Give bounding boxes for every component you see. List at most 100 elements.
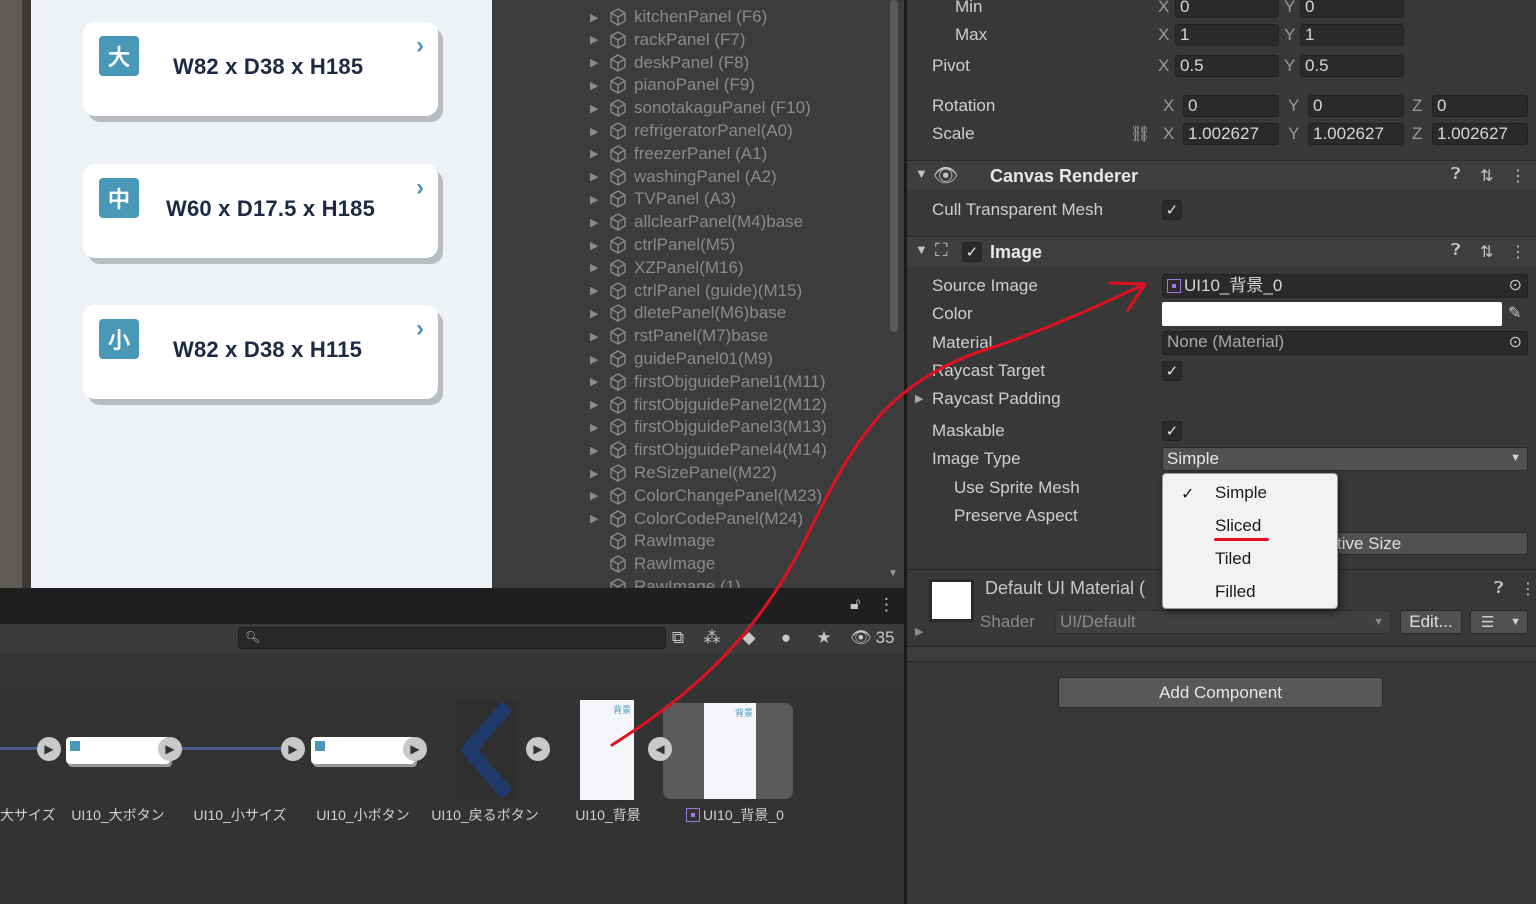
size-card-medium[interactable]: 中 W60 x D17.5 x H185 ›	[83, 164, 438, 258]
hierarchy-item[interactable]: ▶ freezerPanel (A1)	[548, 143, 767, 165]
foldout-arrow-icon[interactable]: ▼	[915, 166, 928, 181]
hierarchy-item[interactable]: ▶ ctrlPanel(M5)	[548, 234, 735, 256]
hierarchy-item[interactable]: ▶ ReSizePanel(M22)	[548, 462, 777, 484]
search-by-type-icon[interactable]: ⧉	[666, 626, 690, 650]
expand-sprite-button[interactable]: ▶	[158, 737, 182, 761]
hierarchy-item[interactable]: ▶ deskPanel (F8)	[548, 52, 749, 74]
hierarchy-item[interactable]: ▶ guidePanel01(M9)	[548, 348, 773, 370]
foldout-arrow-icon[interactable]: ▶	[590, 79, 604, 92]
maskable-checkbox[interactable]: ✓	[1162, 421, 1182, 441]
material-field[interactable]: None (Material) ⊙	[1162, 331, 1528, 355]
asset-label[interactable]: UI10_小ボタン	[303, 805, 423, 825]
foldout-arrow-icon[interactable]: ▶	[590, 193, 604, 206]
source-image-field[interactable]: UI10_背景_0 ⊙	[1162, 274, 1528, 298]
anchor-max-y-field[interactable]: 1	[1300, 24, 1404, 46]
rotation-z-field[interactable]: 0	[1432, 95, 1528, 117]
asset-thumb-small-button[interactable]	[311, 737, 415, 764]
asset-thumb-large-button[interactable]	[66, 737, 170, 764]
menu-item-sliced[interactable]: Sliced	[1215, 516, 1261, 536]
hierarchy-item[interactable]: ▶ firstObjguidePanel1(M11)	[548, 371, 826, 393]
foldout-arrow-icon[interactable]: ▶	[915, 392, 923, 405]
asset-label[interactable]: UI10_背景	[548, 805, 668, 825]
asset-label[interactable]: UI10_大ボタン	[58, 805, 178, 825]
expand-sprite-button[interactable]: ▶	[403, 737, 427, 761]
expand-sprite-button[interactable]: ▶	[281, 737, 305, 761]
raycast-padding-label[interactable]: Raycast Padding	[932, 389, 1061, 409]
foldout-arrow-icon[interactable]: ▶	[590, 216, 604, 229]
more-options-icon[interactable]: ⋮	[1520, 579, 1536, 599]
more-options-icon[interactable]: ⋮	[878, 595, 895, 615]
anchor-max-x-field[interactable]: 1	[1175, 24, 1279, 46]
size-card-large[interactable]: 大 W82 x D38 x H185 ›	[83, 22, 438, 116]
presets-icon[interactable]: ⇅	[1480, 166, 1493, 186]
add-component-button[interactable]: Add Component	[1058, 677, 1383, 708]
asset-label[interactable]: 大サイズ	[0, 805, 56, 825]
hierarchy-item[interactable]: ▶ ColorChangePanel(M23)	[548, 485, 822, 507]
hierarchy-item[interactable]: ▶RawImage	[548, 553, 715, 575]
eyedropper-icon[interactable]: ✎	[1508, 303, 1521, 323]
foldout-arrow-icon[interactable]: ▶	[590, 375, 604, 388]
scale-x-field[interactable]: 1.002627	[1183, 123, 1279, 145]
filter-type-icon[interactable]: ⁂	[700, 626, 724, 650]
hierarchy-item[interactable]: ▶ firstObjguidePanel2(M12)	[548, 394, 827, 416]
help-icon[interactable]: ❓︎	[1451, 166, 1461, 184]
raycast-target-checkbox[interactable]: ✓	[1162, 361, 1182, 381]
warning-filter-icon[interactable]: ●	[774, 626, 798, 650]
image-type-dropdown[interactable]: Simple ▼	[1162, 447, 1528, 471]
foldout-arrow-icon[interactable]: ▶	[590, 125, 604, 138]
foldout-arrow-icon[interactable]: ▶	[590, 307, 604, 320]
foldout-arrow-icon[interactable]: ▶	[590, 147, 604, 160]
help-icon[interactable]: ❓︎	[1451, 242, 1461, 260]
foldout-arrow-icon[interactable]: ▶	[590, 421, 604, 434]
hierarchy-item[interactable]: ▶ washingPanel (A2)	[548, 166, 777, 188]
foldout-arrow-icon[interactable]: ▶	[590, 170, 604, 183]
anchor-min-y-field[interactable]: 0	[1300, 0, 1404, 18]
shader-options-dropdown[interactable]: ☰ ▼	[1470, 610, 1528, 634]
asset-thumb-background[interactable]: 背景	[580, 700, 634, 800]
foldout-arrow-icon[interactable]: ▶	[590, 330, 604, 343]
hierarchy-item[interactable]: ▶ ctrlPanel (guide)(M15)	[548, 280, 802, 302]
hierarchy-item[interactable]: ▶ firstObjguidePanel4(M14)	[548, 439, 827, 461]
anchor-min-x-field[interactable]: 0	[1175, 0, 1279, 18]
image-enabled-checkbox[interactable]: ✓	[962, 242, 982, 262]
menu-item-filled[interactable]: Filled	[1215, 582, 1256, 602]
foldout-arrow-icon[interactable]: ▶	[590, 512, 604, 525]
object-picker-icon[interactable]: ⊙	[1509, 333, 1522, 353]
menu-item-tiled[interactable]: Tiled	[1215, 549, 1251, 569]
label-filter-icon[interactable]: ◆	[737, 626, 761, 650]
hierarchy-item[interactable]: ▶ rstPanel(M7)base	[548, 325, 768, 347]
edit-shader-button[interactable]: Edit...	[1400, 610, 1462, 634]
collapse-sprite-button[interactable]: ◀	[648, 737, 672, 761]
game-view[interactable]: 大 W82 x D38 x H185 › 中 W60 x D17.5 x H18…	[31, 0, 492, 588]
hierarchy-item[interactable]: ▶RawImage	[548, 530, 715, 552]
scroll-down-arrow-icon[interactable]: ▼	[886, 568, 900, 580]
hierarchy-item[interactable]: ▶ rackPanel (F7)	[548, 29, 745, 51]
hierarchy-item[interactable]: ▶ refrigeratorPanel(A0)	[548, 120, 793, 142]
asset-thumb-back-button[interactable]	[455, 700, 517, 800]
hierarchy-scroll-thumb[interactable]	[890, 0, 898, 332]
scale-z-field[interactable]: 1.002627	[1432, 123, 1528, 145]
expand-sprite-button[interactable]: ▶	[37, 737, 61, 761]
favorite-star-icon[interactable]: ★	[812, 626, 836, 650]
foldout-arrow-icon[interactable]: ▶	[590, 284, 604, 297]
asset-label-selected[interactable]: UI10_背景_0	[680, 805, 790, 825]
canvas-renderer-header[interactable]: ▼ 👁︎ Canvas Renderer ❓︎ ⇅ ⋮	[907, 160, 1536, 190]
object-picker-icon[interactable]: ⊙	[1509, 276, 1522, 296]
foldout-arrow-icon[interactable]: ▶	[590, 56, 604, 69]
hierarchy-item[interactable]: ▶ sonotakaguPanel (F10)	[548, 97, 811, 119]
foldout-arrow-icon[interactable]: ▶	[590, 33, 604, 46]
hierarchy-item[interactable]: ▶ allclearPanel(M4)base	[548, 211, 803, 233]
hierarchy-item[interactable]: ▶ firstObjguidePanel3(M13)	[548, 416, 827, 438]
hierarchy-item[interactable]: ▶ dletePanel(M6)base	[548, 302, 786, 324]
visibility-count[interactable]: 👁︎ 35	[850, 626, 895, 650]
shader-dropdown[interactable]: UI/Default ▼	[1055, 610, 1391, 634]
expand-sprite-button[interactable]: ▶	[526, 737, 550, 761]
hierarchy-item[interactable]: ▶ XZPanel(M16)	[548, 257, 744, 279]
asset-label[interactable]: UI10_戻るボタン	[425, 805, 545, 825]
foldout-arrow-icon[interactable]: ▶	[590, 11, 604, 24]
foldout-arrow-icon[interactable]: ▶	[590, 489, 604, 502]
hierarchy-panel[interactable]: ▶ kitchenPanel (F6) ▶ rackPanel (F7) ▶ deskPa…	[548, 0, 904, 588]
help-icon[interactable]: ❓︎	[1494, 580, 1504, 598]
project-assets-area[interactable]: 背景 背景 ▶ ▶ ▶ ▶ ▶ ◀	[0, 684, 904, 904]
more-options-icon[interactable]: ⋮	[1510, 166, 1526, 186]
